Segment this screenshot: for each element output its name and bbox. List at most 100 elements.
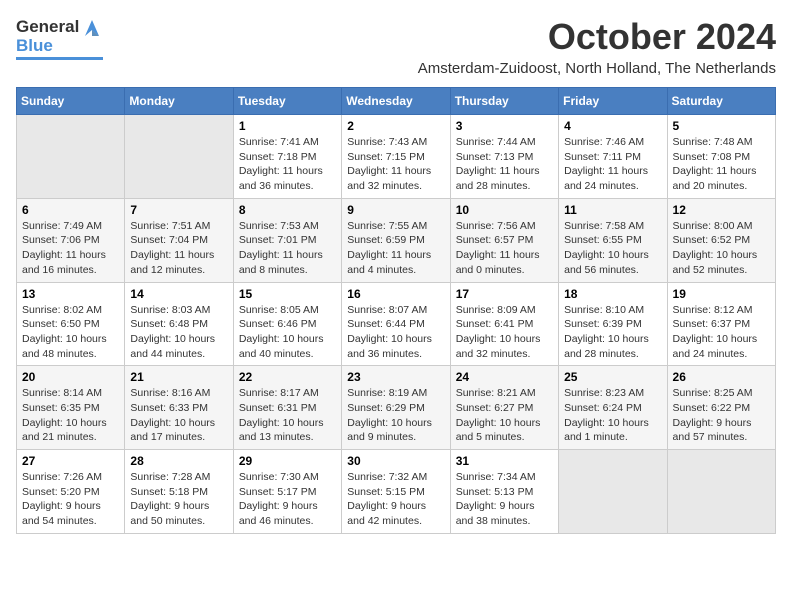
day-info: Sunrise: 7:53 AM Sunset: 7:01 PM Dayligh… (239, 219, 336, 278)
calendar-week-3: 13 Sunrise: 8:02 AM Sunset: 6:50 PM Dayli… (17, 282, 776, 366)
calendar-cell: 27Sunrise: 7:26 AM Sunset: 5:20 PM Dayli… (17, 450, 125, 534)
calendar-cell: 28Sunrise: 7:28 AM Sunset: 5:18 PM Dayli… (125, 450, 233, 534)
day-info: Sunrise: 8:09 AM Sunset: 6:41 PM Dayligh… (456, 303, 553, 362)
day-number: 10 (456, 203, 553, 217)
calendar-cell: 30 Sunrise: 7:32 AM Sunset: 5:15 PM Dayli… (342, 450, 450, 534)
day-info: Sunrise: 8:03 AM Sunset: 6:48 PM Dayligh… (130, 303, 227, 362)
day-number: 3 (456, 119, 553, 133)
logo-bird-icon (81, 16, 103, 38)
day-number: 13 (22, 287, 119, 301)
day-info: Sunrise: 7:44 AM Sunset: 7:13 PM Dayligh… (456, 135, 553, 194)
calendar-cell: 7Sunrise: 7:51 AM Sunset: 7:04 PM Daylig… (125, 198, 233, 282)
day-info: Sunrise: 8:10 AM Sunset: 6:39 PM Dayligh… (564, 303, 661, 362)
day-number: 17 (456, 287, 553, 301)
day-info: Sunrise: 7:34 AM Sunset: 5:13 PM Dayligh… (456, 470, 553, 529)
day-info: Sunrise: 8:12 AM Sunset: 6:37 PM Dayligh… (673, 303, 770, 362)
day-number: 23 (347, 370, 444, 384)
day-number: 16 (347, 287, 444, 301)
day-number: 30 (347, 454, 444, 468)
day-info: Sunrise: 8:05 AM Sunset: 6:46 PM Dayligh… (239, 303, 336, 362)
day-number: 20 (22, 370, 119, 384)
day-info: Sunrise: 7:48 AM Sunset: 7:08 PM Dayligh… (673, 135, 770, 194)
day-number: 4 (564, 119, 661, 133)
day-number: 25 (564, 370, 661, 384)
day-number: 1 (239, 119, 336, 133)
day-number: 15 (239, 287, 336, 301)
calendar-cell: 9 Sunrise: 7:55 AM Sunset: 6:59 PM Daylig… (342, 198, 450, 282)
calendar-cell: 25 Sunrise: 8:23 AM Sunset: 6:24 PM Dayli… (559, 366, 667, 450)
calendar-cell: 23 Sunrise: 8:19 AM Sunset: 6:29 PM Dayli… (342, 366, 450, 450)
day-number: 22 (239, 370, 336, 384)
header-wednesday: Wednesday (342, 88, 450, 115)
calendar-cell: 21 Sunrise: 8:16 AM Sunset: 6:33 PM Dayli… (125, 366, 233, 450)
calendar-cell: 13 Sunrise: 8:02 AM Sunset: 6:50 PM Dayli… (17, 282, 125, 366)
calendar-cell: 3 Sunrise: 7:44 AM Sunset: 7:13 PM Daylig… (450, 115, 558, 199)
day-info: Sunrise: 8:23 AM Sunset: 6:24 PM Dayligh… (564, 386, 661, 445)
day-info: Sunrise: 8:17 AM Sunset: 6:31 PM Dayligh… (239, 386, 336, 445)
calendar-cell: 29 Sunrise: 7:30 AM Sunset: 5:17 PM Dayli… (233, 450, 341, 534)
month-title: October 2024 (418, 16, 776, 58)
calendar-cell: 8 Sunrise: 7:53 AM Sunset: 7:01 PM Daylig… (233, 198, 341, 282)
day-info: Sunrise: 7:26 AM Sunset: 5:20 PM Dayligh… (22, 470, 119, 529)
calendar-table: SundayMondayTuesdayWednesdayThursdayFrid… (16, 87, 776, 534)
day-number: 29 (239, 454, 336, 468)
day-number: 18 (564, 287, 661, 301)
calendar-week-4: 20 Sunrise: 8:14 AM Sunset: 6:35 PM Dayli… (17, 366, 776, 450)
calendar-cell: 17 Sunrise: 8:09 AM Sunset: 6:41 PM Dayli… (450, 282, 558, 366)
calendar-week-1: 1 Sunrise: 7:41 AM Sunset: 7:18 PM Daylig… (17, 115, 776, 199)
day-info: Sunrise: 8:02 AM Sunset: 6:50 PM Dayligh… (22, 303, 119, 362)
page-header: General Blue October 2024 Amsterdam-Zuid… (16, 16, 776, 77)
day-info: Sunrise: 7:55 AM Sunset: 6:59 PM Dayligh… (347, 219, 444, 278)
calendar-cell: 10 Sunrise: 7:56 AM Sunset: 6:57 PM Dayli… (450, 198, 558, 282)
header-thursday: Thursday (450, 88, 558, 115)
calendar-cell: 1 Sunrise: 7:41 AM Sunset: 7:18 PM Daylig… (233, 115, 341, 199)
day-info: Sunrise: 7:41 AM Sunset: 7:18 PM Dayligh… (239, 135, 336, 194)
calendar-cell: 19 Sunrise: 8:12 AM Sunset: 6:37 PM Dayli… (667, 282, 775, 366)
calendar-cell (559, 450, 667, 534)
day-number: 11 (564, 203, 661, 217)
calendar-week-5: 27Sunrise: 7:26 AM Sunset: 5:20 PM Dayli… (17, 450, 776, 534)
day-info: Sunrise: 7:32 AM Sunset: 5:15 PM Dayligh… (347, 470, 444, 529)
calendar-cell: 18 Sunrise: 8:10 AM Sunset: 6:39 PM Dayli… (559, 282, 667, 366)
logo-general: General (16, 17, 79, 37)
logo-blue: Blue (16, 36, 53, 56)
day-number: 5 (673, 119, 770, 133)
day-info: Sunrise: 8:14 AM Sunset: 6:35 PM Dayligh… (22, 386, 119, 445)
day-info: Sunrise: 7:46 AM Sunset: 7:11 PM Dayligh… (564, 135, 661, 194)
logo: General Blue (16, 16, 103, 60)
calendar-cell: 2Sunrise: 7:43 AM Sunset: 7:15 PM Daylig… (342, 115, 450, 199)
day-info: Sunrise: 7:56 AM Sunset: 6:57 PM Dayligh… (456, 219, 553, 278)
calendar-week-2: 6Sunrise: 7:49 AM Sunset: 7:06 PM Daylig… (17, 198, 776, 282)
day-info: Sunrise: 8:00 AM Sunset: 6:52 PM Dayligh… (673, 219, 770, 278)
day-number: 2 (347, 119, 444, 133)
day-number: 12 (673, 203, 770, 217)
title-block: October 2024 Amsterdam-Zuidoost, North H… (418, 16, 776, 77)
calendar-cell (667, 450, 775, 534)
calendar-cell: 22 Sunrise: 8:17 AM Sunset: 6:31 PM Dayli… (233, 366, 341, 450)
day-info: Sunrise: 8:16 AM Sunset: 6:33 PM Dayligh… (130, 386, 227, 445)
header-sunday: Sunday (17, 88, 125, 115)
day-number: 26 (673, 370, 770, 384)
day-info: Sunrise: 8:19 AM Sunset: 6:29 PM Dayligh… (347, 386, 444, 445)
logo-underline (16, 57, 103, 60)
day-info: Sunrise: 8:21 AM Sunset: 6:27 PM Dayligh… (456, 386, 553, 445)
day-number: 9 (347, 203, 444, 217)
header-saturday: Saturday (667, 88, 775, 115)
day-info: Sunrise: 8:25 AM Sunset: 6:22 PM Dayligh… (673, 386, 770, 445)
header-tuesday: Tuesday (233, 88, 341, 115)
day-number: 8 (239, 203, 336, 217)
day-number: 21 (130, 370, 227, 384)
day-info: Sunrise: 7:30 AM Sunset: 5:17 PM Dayligh… (239, 470, 336, 529)
day-info: Sunrise: 7:58 AM Sunset: 6:55 PM Dayligh… (564, 219, 661, 278)
day-info: Sunrise: 7:28 AM Sunset: 5:18 PM Dayligh… (130, 470, 227, 529)
day-number: 19 (673, 287, 770, 301)
location: Amsterdam-Zuidoost, North Holland, The N… (418, 60, 776, 77)
calendar-cell: 11 Sunrise: 7:58 AM Sunset: 6:55 PM Dayli… (559, 198, 667, 282)
day-number: 6 (22, 203, 119, 217)
day-number: 14 (130, 287, 227, 301)
day-info: Sunrise: 8:07 AM Sunset: 6:44 PM Dayligh… (347, 303, 444, 362)
calendar-cell: 15 Sunrise: 8:05 AM Sunset: 6:46 PM Dayli… (233, 282, 341, 366)
calendar-cell: 26 Sunrise: 8:25 AM Sunset: 6:22 PM Dayli… (667, 366, 775, 450)
day-number: 31 (456, 454, 553, 468)
calendar-cell: 16 Sunrise: 8:07 AM Sunset: 6:44 PM Dayli… (342, 282, 450, 366)
